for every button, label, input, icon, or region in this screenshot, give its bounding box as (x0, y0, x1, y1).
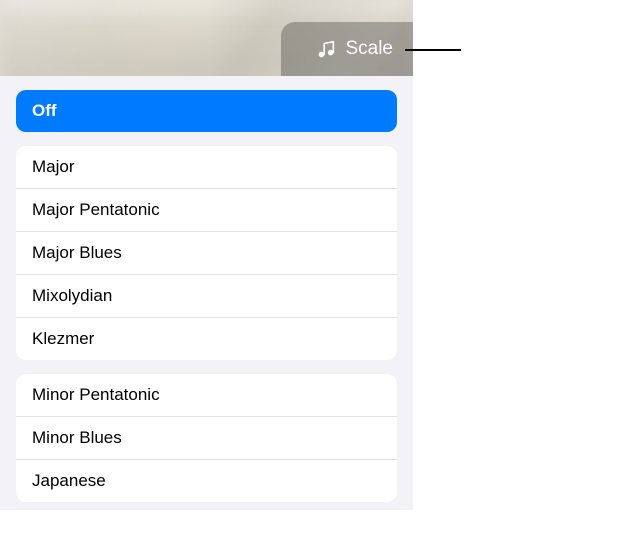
music-scale-icon (315, 38, 337, 60)
scale-option-minor-blues[interactable]: Minor Blues (16, 417, 397, 460)
scale-option-major[interactable]: Major (16, 146, 397, 189)
scale-major-section: Major Major Pentatonic Major Blues Mixol… (16, 146, 397, 360)
scale-option-major-pentatonic[interactable]: Major Pentatonic (16, 189, 397, 232)
scale-option-label: Mixolydian (32, 286, 112, 305)
instrument-header: Scale (0, 0, 413, 76)
scale-minor-section: Minor Pentatonic Minor Blues Japanese (16, 374, 397, 502)
scale-option-major-blues[interactable]: Major Blues (16, 232, 397, 275)
app-frame: Scale Off Major Major Pentatonic Major B… (0, 0, 413, 510)
scale-option-label: Japanese (32, 471, 106, 490)
scale-option-label: Major (32, 157, 75, 176)
scale-option-label: Major Pentatonic (32, 200, 160, 219)
scale-button-label: Scale (345, 38, 393, 60)
scale-option-off[interactable]: Off (16, 90, 397, 132)
scale-option-mixolydian[interactable]: Mixolydian (16, 275, 397, 318)
scale-option-label: Minor Blues (32, 428, 122, 447)
scale-off-section: Off (16, 90, 397, 132)
scale-option-label: Minor Pentatonic (32, 385, 160, 404)
callout-line (405, 49, 461, 51)
scale-option-label: Off (32, 101, 57, 120)
scale-option-label: Klezmer (32, 329, 94, 348)
scale-option-minor-pentatonic[interactable]: Minor Pentatonic (16, 374, 397, 417)
scale-option-klezmer[interactable]: Klezmer (16, 318, 397, 360)
scale-button[interactable]: Scale (281, 22, 413, 76)
scale-option-label: Major Blues (32, 243, 122, 262)
scale-list: Off Major Major Pentatonic Major Blues M… (0, 76, 413, 510)
scale-option-japanese[interactable]: Japanese (16, 460, 397, 502)
